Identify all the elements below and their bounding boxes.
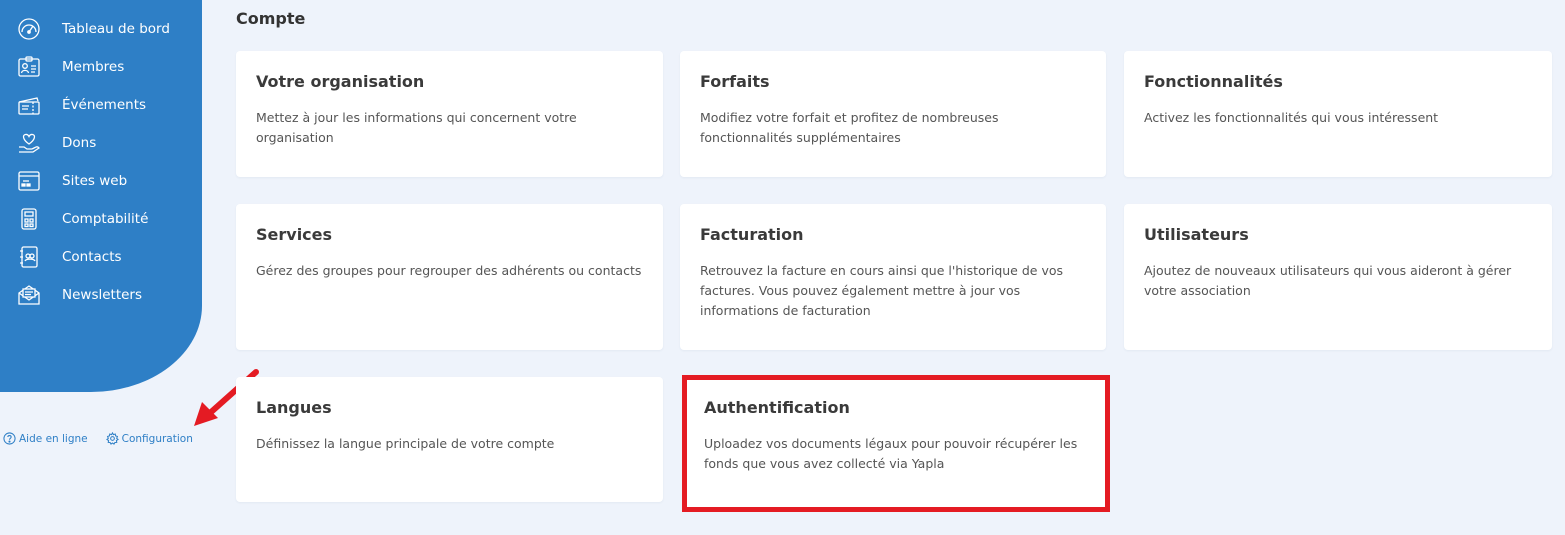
card-description: Activez les fonctionnalités qui vous int… — [1144, 110, 1439, 125]
help-link-label: Aide en ligne — [19, 432, 88, 445]
calculator-icon — [17, 207, 41, 231]
card-features[interactable]: Fonctionnalités Activez les fonctionnali… — [1124, 51, 1552, 177]
sidebar-item-label: Membres — [62, 59, 125, 75]
configuration-link-label: Configuration — [121, 432, 193, 445]
card-description: Ajoutez de nouveaux utilisateurs qui vou… — [1144, 263, 1512, 298]
card-plans[interactable]: Forfaits Modifiez votre forfait et profi… — [680, 51, 1106, 177]
contacts-icon — [17, 245, 41, 269]
card-description: Gérez des groupes pour regrouper des adh… — [256, 263, 642, 278]
configuration-link[interactable]: Configuration — [105, 432, 193, 445]
card-title: Votre organisation — [256, 72, 425, 91]
card-title: Langues — [256, 398, 332, 417]
dashboard-icon — [17, 17, 41, 41]
card-title: Facturation — [700, 225, 804, 244]
card-title: Utilisateurs — [1144, 225, 1249, 244]
donations-icon — [17, 131, 41, 155]
sidebar-item-label: Newsletters — [62, 287, 143, 303]
website-icon — [17, 169, 41, 193]
newsletter-icon — [17, 283, 41, 307]
card-billing[interactable]: Facturation Retrouvez la facture en cour… — [680, 204, 1106, 350]
help-link[interactable]: Aide en ligne — [3, 432, 88, 445]
sidebar-item-donations[interactable]: Dons — [0, 124, 202, 162]
sidebar-item-label: Contacts — [62, 249, 122, 265]
members-icon — [17, 55, 41, 79]
card-organization[interactable]: Votre organisation Mettez à jour les inf… — [236, 51, 663, 177]
card-description: Définissez la langue principale de votre… — [256, 436, 555, 451]
sidebar-item-label: Événements — [62, 97, 147, 113]
sidebar-item-label: Dons — [62, 135, 97, 151]
card-services[interactable]: Services Gérez des groupes pour regroupe… — [236, 204, 663, 350]
card-title: Services — [256, 225, 333, 244]
sidebar-item-label: Tableau de bord — [62, 21, 170, 37]
events-icon — [17, 93, 41, 117]
sidebar-item-members[interactable]: Membres — [0, 48, 202, 86]
card-users[interactable]: Utilisateurs Ajoutez de nouveaux utilisa… — [1124, 204, 1552, 350]
page: Tableau de bord Membres Événements Dons … — [0, 0, 1565, 535]
sidebar: Tableau de bord Membres Événements Dons … — [0, 0, 202, 535]
sidebar-item-events[interactable]: Événements — [0, 86, 202, 124]
section-title: Compte — [236, 9, 306, 28]
sidebar-item-websites[interactable]: Sites web — [0, 162, 202, 200]
sidebar-item-dashboard[interactable]: Tableau de bord — [0, 10, 202, 48]
sidebar-item-newsletters[interactable]: Newsletters — [0, 276, 202, 314]
card-title: Authentification — [704, 398, 850, 417]
card-title: Fonctionnalités — [1144, 72, 1283, 91]
sidebar-item-accounting[interactable]: Comptabilité — [0, 200, 202, 238]
card-title: Forfaits — [700, 72, 770, 91]
card-languages[interactable]: Langues Définissez la langue principale … — [236, 377, 663, 502]
card-description: Uploadez vos documents légaux pour pouvo… — [704, 436, 1078, 471]
sidebar-nav: Tableau de bord Membres Événements Dons … — [0, 10, 202, 314]
sidebar-item-label: Comptabilité — [62, 211, 149, 227]
gear-icon — [105, 432, 119, 445]
sidebar-footer: Aide en ligne Configuration — [3, 432, 193, 445]
sidebar-item-label: Sites web — [62, 173, 128, 189]
card-description: Modifiez votre forfait et profitez de no… — [700, 110, 999, 145]
card-authentication[interactable]: Authentification Uploadez vos documents … — [684, 377, 1106, 508]
question-circle-icon — [3, 432, 16, 445]
card-description: Mettez à jour les informations qui conce… — [256, 110, 577, 145]
sidebar-item-contacts[interactable]: Contacts — [0, 238, 202, 276]
card-description: Retrouvez la facture en cours ainsi que … — [700, 263, 1064, 318]
